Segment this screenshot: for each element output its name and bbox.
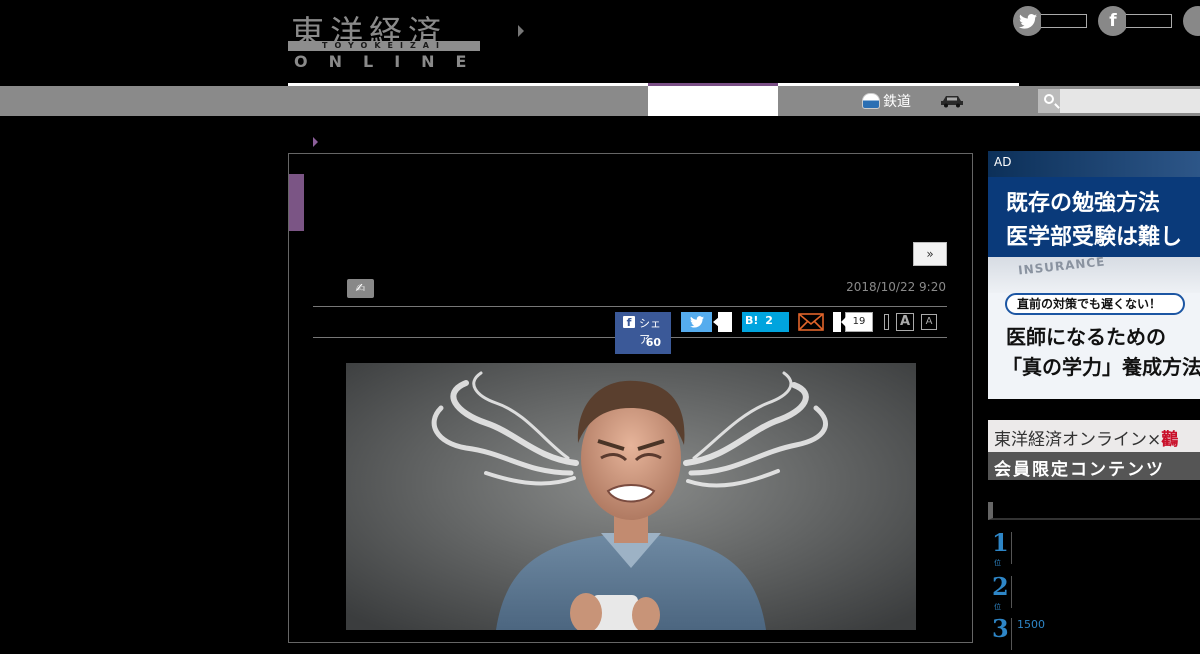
author-icon[interactable]: ✍ [347,279,374,298]
hatena-bookmark-button[interactable]: B! 2 [742,312,789,332]
ranking-header [988,502,1200,520]
logo-band: TOYOKEIZAI [288,41,480,51]
ad-headline-2: 医学部受験は難し [1006,224,1183,250]
twitter-follow-count [1041,14,1087,28]
facebook-share-count: 60 [645,336,661,349]
ranking-item[interactable]: 1 位 [988,528,1200,568]
ad-header [988,151,1200,177]
facebook-follow-count [1126,14,1172,28]
chat-bubble-icon [1183,6,1200,36]
search-box[interactable] [1038,89,1200,113]
nav-item-railway[interactable]: 鉄道 [862,90,911,112]
ad-callout: 直前の対策でも遅くない！ [1005,293,1185,315]
article-date: 2018/10/22 9:20 [846,280,946,294]
nav-tab-active[interactable] [648,86,778,116]
twitter-icon [1013,6,1043,36]
comment-button[interactable]: 19 [833,312,873,332]
twitter-icon [689,316,704,328]
ad-body-1: 医師になるための [1006,325,1166,349]
advertisement-banner[interactable]: AD 既存の勉強方法 医学部受験は難し INSURANCE 直前の対策でも遅くな… [988,151,1200,399]
tweet-count [718,312,732,332]
series-more-button[interactable]: » [913,242,947,266]
train-icon [862,93,880,109]
ad-label: AD [994,155,1012,169]
member-banner-title-red: 鸛 [1161,430,1179,450]
facebook-icon: f [1098,6,1128,36]
title-accent-bar [289,174,304,231]
ranking-item[interactable]: 2 位 [988,572,1200,612]
tweet-button[interactable] [681,312,712,332]
comment-icon [833,312,841,332]
article-hero-image [346,363,916,630]
search-button[interactable] [1038,89,1060,113]
breadcrumb-arrow-icon [313,137,318,147]
car-icon[interactable] [940,93,964,108]
ranking-item[interactable]: 3 1500 [988,614,1200,654]
rank-number: 3 [992,614,1009,643]
rank-number: 2 [992,572,1009,601]
main-nav [0,86,1200,116]
header-caret-icon[interactable] [518,25,524,37]
rank-divider [1011,618,1012,650]
line-follow[interactable] [1183,6,1200,36]
print-icon[interactable] [884,314,889,330]
facebook-share-button[interactable]: f シェア 60 [615,312,671,354]
logo-online: ONLINE [294,52,488,71]
mail-icon[interactable] [798,313,824,331]
member-banner-title: 東洋経済オンライン×鸛 [994,425,1178,450]
search-input[interactable] [1062,91,1196,111]
ad-headline-1: 既存の勉強方法 [1006,190,1161,216]
member-banner-title-main: 東洋経済オンライン× [994,430,1162,450]
nav-item-railway-label: 鉄道 [883,94,911,110]
search-icon [1044,94,1054,104]
font-size-small-button[interactable]: A [921,314,937,330]
twitter-follow[interactable] [1013,6,1087,36]
hatena-icon: B! [745,314,759,327]
comment-count-notch [841,317,846,327]
ad-body-2: 「真の学力」養成方法 [1002,355,1200,379]
rank-suffix: 位 [994,603,1001,611]
font-size-large-button[interactable]: A [896,313,914,331]
rank-suffix: 位 [994,559,1001,567]
comment-count: 19 [845,312,873,332]
rank-divider [1011,576,1012,608]
site-logo[interactable]: 東洋経済 TOYOKEIZAI ONLINE [288,6,480,72]
rank-number: 1 [992,528,1009,557]
member-banner-subtitle: 会員限定コンテンツ [994,460,1165,480]
rank-title: 1500 [1017,618,1045,631]
rank-divider [1011,532,1012,564]
facebook-icon: f [623,316,635,329]
facebook-follow[interactable]: f [1098,6,1172,36]
divider [313,306,947,307]
member-content-banner[interactable]: 東洋経済オンライン×鸛 会員限定コンテンツ [988,420,1200,480]
hatena-count: 2 [765,314,773,327]
